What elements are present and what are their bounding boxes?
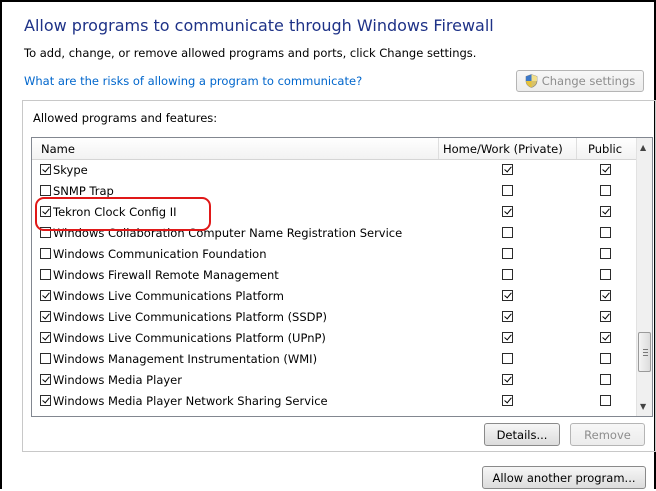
column-divider bbox=[576, 138, 577, 159]
program-name: Windows Communication Foundation bbox=[53, 247, 267, 261]
public-network-checkbox[interactable] bbox=[600, 311, 611, 322]
private-network-checkbox[interactable] bbox=[502, 332, 513, 343]
program-enabled-checkbox[interactable] bbox=[40, 185, 51, 196]
program-name: Windows Live Communications Platform (UP… bbox=[53, 331, 326, 345]
program-name: SNMP Trap bbox=[53, 184, 114, 198]
table-row[interactable]: Windows Media Player Network Sharing Ser… bbox=[32, 391, 636, 412]
table-row[interactable]: Windows Management Instrumentation (WMI) bbox=[32, 349, 636, 370]
public-network-checkbox[interactable] bbox=[600, 185, 611, 196]
public-network-checkbox[interactable] bbox=[600, 269, 611, 280]
uac-shield-icon bbox=[525, 74, 538, 88]
allow-another-program-button[interactable]: Allow another program... bbox=[482, 466, 646, 489]
private-network-checkbox[interactable] bbox=[502, 248, 513, 259]
table-row[interactable]: SNMP Trap bbox=[32, 181, 636, 202]
table-row[interactable]: Windows Live Communications Platform bbox=[32, 286, 636, 307]
public-network-checkbox[interactable] bbox=[600, 248, 611, 259]
vertical-scrollbar[interactable]: ▲ ▼ bbox=[636, 138, 652, 416]
column-header-name[interactable]: Name bbox=[41, 142, 75, 156]
program-enabled-checkbox[interactable] bbox=[40, 374, 51, 385]
firewall-window: Allow programs to communicate through Wi… bbox=[0, 0, 656, 489]
details-button[interactable]: Details... bbox=[484, 423, 560, 446]
arrow-down-icon[interactable]: ▼ bbox=[640, 402, 646, 411]
public-network-checkbox[interactable] bbox=[600, 206, 611, 217]
program-name: Windows Live Communications Platform bbox=[53, 289, 284, 303]
private-network-checkbox[interactable] bbox=[502, 395, 513, 406]
private-network-checkbox[interactable] bbox=[502, 269, 513, 280]
public-network-checkbox[interactable] bbox=[600, 332, 611, 343]
program-enabled-checkbox[interactable] bbox=[40, 227, 51, 238]
program-enabled-checkbox[interactable] bbox=[40, 269, 51, 280]
table-row[interactable]: Skype bbox=[32, 160, 636, 181]
risks-help-link[interactable]: What are the risks of allowing a program… bbox=[24, 74, 362, 88]
program-enabled-checkbox[interactable] bbox=[40, 164, 51, 175]
program-name: Windows Media Player bbox=[53, 373, 182, 387]
program-enabled-checkbox[interactable] bbox=[40, 206, 51, 217]
program-name: Windows Media Player Network Sharing Ser… bbox=[53, 394, 328, 408]
table-row[interactable]: Windows Live Communications Platform (UP… bbox=[32, 328, 636, 349]
private-network-checkbox[interactable] bbox=[502, 353, 513, 364]
column-divider bbox=[438, 138, 439, 159]
allowed-programs-list[interactable]: Name Home/Work (Private) Public Skype SNM… bbox=[31, 137, 653, 417]
change-settings-label: Change settings bbox=[541, 74, 636, 88]
page-subtitle: To add, change, or remove allowed progra… bbox=[24, 46, 477, 60]
table-row[interactable]: Tekron Clock Config II bbox=[32, 202, 636, 223]
public-network-checkbox[interactable] bbox=[600, 290, 611, 301]
column-header-private[interactable]: Home/Work (Private) bbox=[443, 142, 563, 156]
table-row[interactable]: Windows Media Player bbox=[32, 370, 636, 391]
scrollbar-thumb[interactable] bbox=[638, 332, 651, 372]
private-network-checkbox[interactable] bbox=[502, 185, 513, 196]
program-enabled-checkbox[interactable] bbox=[40, 353, 51, 364]
public-network-checkbox[interactable] bbox=[600, 353, 611, 364]
table-row[interactable]: Windows Communication Foundation bbox=[32, 244, 636, 265]
private-network-checkbox[interactable] bbox=[502, 164, 513, 175]
change-settings-button[interactable]: Change settings bbox=[516, 70, 644, 92]
table-row[interactable]: Windows Firewall Remote Management bbox=[32, 265, 636, 286]
public-network-checkbox[interactable] bbox=[600, 374, 611, 385]
program-name: Tekron Clock Config II bbox=[53, 205, 177, 219]
program-name: Skype bbox=[53, 163, 88, 177]
program-name: Windows Management Instrumentation (WMI) bbox=[53, 352, 318, 366]
program-enabled-checkbox[interactable] bbox=[40, 395, 51, 406]
private-network-checkbox[interactable] bbox=[502, 311, 513, 322]
table-row[interactable]: Windows Live Communications Platform (SS… bbox=[32, 307, 636, 328]
program-enabled-checkbox[interactable] bbox=[40, 332, 51, 343]
program-name: Windows Collaboration Computer Name Regi… bbox=[53, 226, 403, 240]
table-row[interactable]: Windows Collaboration Computer Name Regi… bbox=[32, 223, 636, 244]
allowed-programs-label: Allowed programs and features: bbox=[33, 111, 218, 125]
remove-button[interactable]: Remove bbox=[570, 423, 645, 446]
program-name: Windows Firewall Remote Management bbox=[53, 268, 279, 282]
program-enabled-checkbox[interactable] bbox=[40, 290, 51, 301]
allowed-programs-group: Allowed programs and features: Name Home… bbox=[22, 100, 656, 452]
list-header: Name Home/Work (Private) Public bbox=[32, 138, 636, 160]
page-title: Allow programs to communicate through Wi… bbox=[24, 16, 494, 35]
public-network-checkbox[interactable] bbox=[600, 227, 611, 238]
private-network-checkbox[interactable] bbox=[502, 227, 513, 238]
private-network-checkbox[interactable] bbox=[502, 206, 513, 217]
arrow-up-icon[interactable]: ▲ bbox=[640, 143, 646, 152]
private-network-checkbox[interactable] bbox=[502, 374, 513, 385]
program-enabled-checkbox[interactable] bbox=[40, 311, 51, 322]
public-network-checkbox[interactable] bbox=[600, 395, 611, 406]
column-header-public[interactable]: Public bbox=[588, 142, 622, 156]
program-name: Windows Live Communications Platform (SS… bbox=[53, 310, 327, 324]
private-network-checkbox[interactable] bbox=[502, 290, 513, 301]
public-network-checkbox[interactable] bbox=[600, 164, 611, 175]
program-enabled-checkbox[interactable] bbox=[40, 248, 51, 259]
